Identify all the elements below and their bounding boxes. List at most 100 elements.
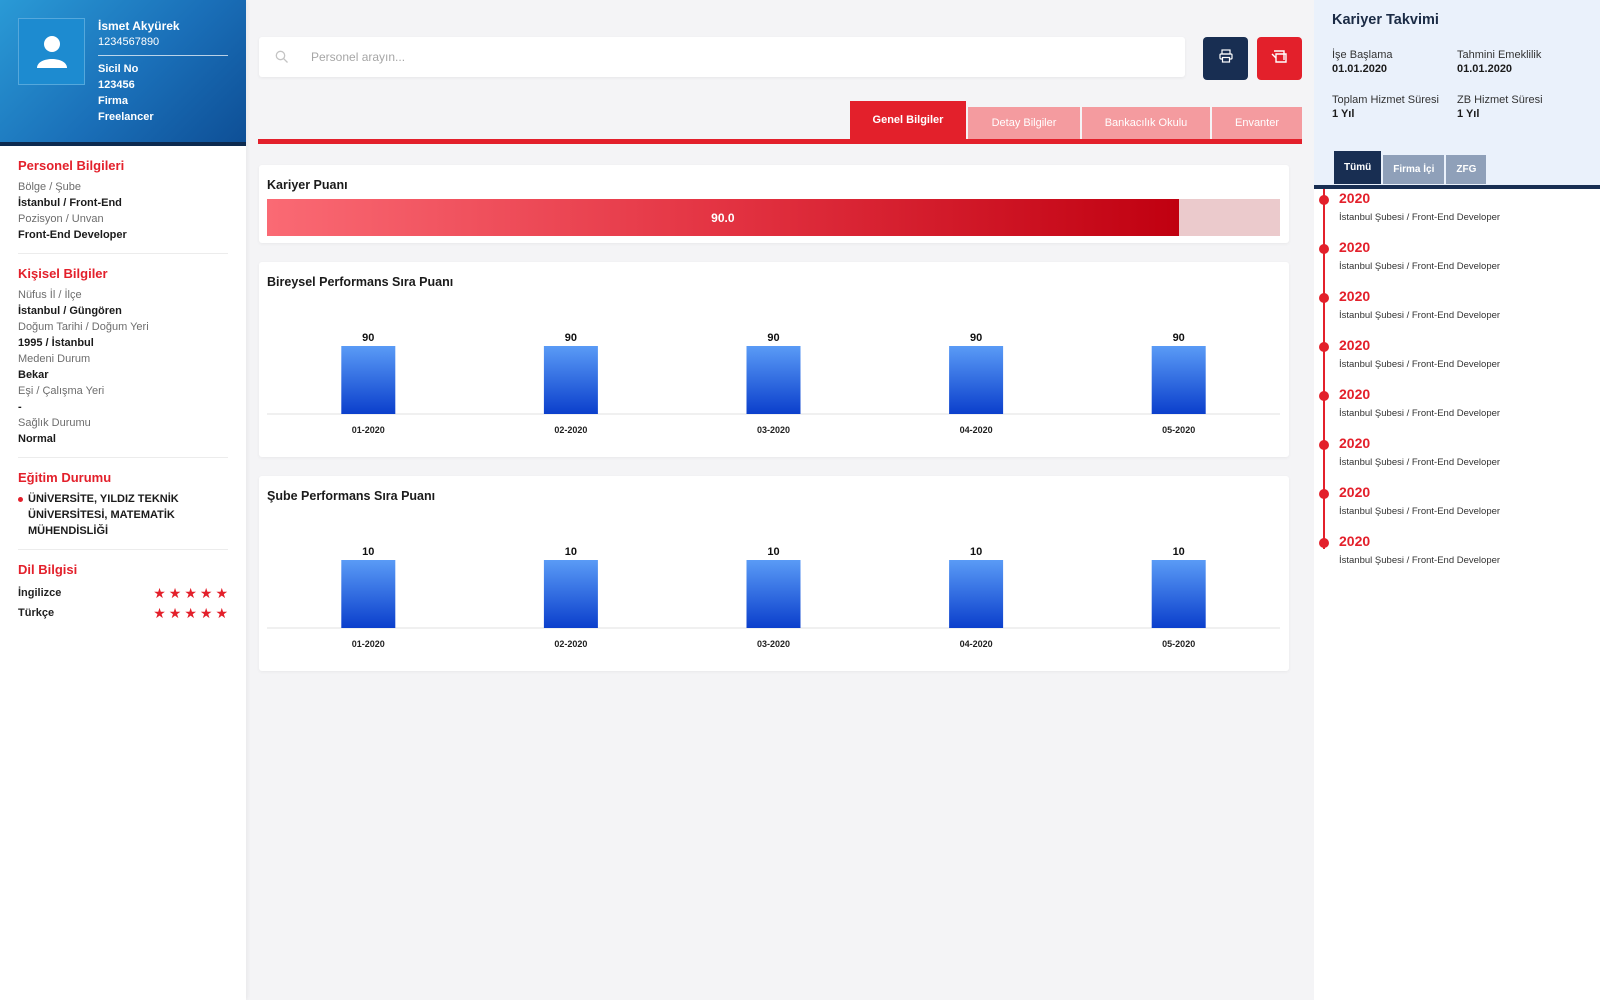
info-value: İstanbul / Front-End [18, 197, 122, 209]
tab-genel-bilgiler[interactable]: Genel Bilgiler [850, 101, 966, 139]
field-value: 1 Yıl [1457, 108, 1480, 120]
timeline-year: 2020 [1339, 288, 1371, 304]
timeline-year: 2020 [1339, 484, 1371, 500]
bar-value-label: 90 [565, 332, 577, 344]
star-icon: ★ [168, 605, 182, 621]
field-label: İşe Başlama [1332, 49, 1393, 61]
timeline-desc: İstanbul Şubesi / Front-End Developer [1339, 555, 1501, 566]
timeline-item: 2020 İstanbul Şubesi / Front-End Develop… [1314, 532, 1600, 581]
field-tahmini-emeklilik: Tahmini Emeklilik 01.01.2020 [1457, 48, 1541, 76]
timeline-year: 2020 [1339, 435, 1371, 451]
chart-bar [746, 560, 801, 628]
tab-detay-bilgiler[interactable]: Detay Bilgiler [968, 107, 1080, 139]
star-icon: ★ [199, 585, 213, 601]
search-bar[interactable] [259, 37, 1185, 77]
chart-title: Bireysel Performans Sıra Puanı [267, 275, 454, 289]
section-divider [18, 549, 228, 550]
timeline-item: 2020 İstanbul Şubesi / Front-End Develop… [1314, 385, 1600, 434]
info-label: Medeni Durum [18, 353, 91, 365]
x-tick-label: 02-2020 [554, 639, 587, 649]
profile-header: İsmet Akyürek 1234567890 Sicil No 123456… [0, 0, 246, 146]
language-name: İngilizce [18, 587, 62, 599]
timeline-item: 2020 İstanbul Şubesi / Front-End Develop… [1314, 287, 1600, 336]
chart-bar [543, 560, 598, 628]
print-button[interactable] [1203, 37, 1248, 80]
x-tick-label: 02-2020 [554, 425, 587, 435]
bireysel-performans-card: Bireysel Performans Sıra Puanı 90 01-2020… [259, 262, 1289, 457]
search-icon [275, 50, 297, 64]
star-icon: ★ [153, 605, 166, 621]
info-label: Bölge / Şube [18, 181, 81, 193]
timeline-dot-icon [1319, 440, 1329, 450]
bar-value-label: 90 [970, 332, 982, 344]
info-value: - [18, 401, 22, 413]
kariyer-takvimi-header: Kariyer Takvimi İşe Başlama 01.01.2020 T… [1314, 0, 1600, 188]
profile-divider [98, 55, 228, 56]
bar-value-label: 10 [1173, 546, 1185, 558]
x-tick-label: 04-2020 [960, 639, 993, 649]
search-input[interactable] [311, 50, 1111, 64]
language-row: Türkçe ★ ★ ★ ★ ★ [18, 603, 228, 623]
info-label: Sağlık Durumu [18, 417, 91, 429]
x-tick-label: 03-2020 [757, 639, 790, 649]
chart-bar [746, 346, 801, 414]
tab-envanter[interactable]: Envanter [1212, 107, 1302, 139]
bar-value-label: 10 [362, 546, 374, 558]
language-rating: ★ ★ ★ ★ ★ [153, 586, 228, 600]
timeline-item: 2020 İstanbul Şubesi / Front-End Develop… [1314, 189, 1600, 238]
kariyer-puani-value: 90.0 [711, 210, 735, 225]
timeline-item: 2020 İstanbul Şubesi / Front-End Develop… [1314, 434, 1600, 483]
sube-performans-chart: 10 01-2020 10 02-2020 10 03-2020 10 04-2020 10 05… [267, 516, 1280, 666]
info-value: İstanbul / Güngören [18, 305, 122, 317]
kisisel-title: Kişisel Bilgiler [18, 266, 108, 281]
sicil-value: 123456 [98, 79, 135, 91]
star-icon: ★ [153, 585, 166, 601]
bar-value-label: 90 [362, 332, 374, 344]
personel-title: Personel Bilgileri [18, 158, 125, 173]
timeline-dot-icon [1319, 244, 1329, 254]
tab-firma-ici[interactable]: Firma İçi [1383, 155, 1445, 184]
bar-value-label: 10 [767, 546, 779, 558]
chart-bar [341, 346, 396, 414]
egitim-title: Eğitim Durumu [18, 470, 112, 485]
field-zb-hizmet: ZB Hizmet Süresi 1 Yıl [1457, 93, 1543, 121]
profile-phone: 1234567890 [98, 36, 160, 48]
star-icon: ★ [168, 585, 182, 601]
firma-label: Firma [98, 95, 128, 107]
field-label: Tahmini Emeklilik [1457, 49, 1542, 61]
chart-bar [341, 560, 396, 628]
field-label: Toplam Hizmet Süresi [1332, 94, 1439, 106]
timeline-item: 2020 İstanbul Şubesi / Front-End Develop… [1314, 483, 1600, 532]
timeline-year: 2020 [1339, 239, 1371, 255]
tab-zfg[interactable]: ZFG [1446, 155, 1487, 184]
kariyer-puani-title: Kariyer Puanı [267, 178, 348, 192]
chart-bar [949, 560, 1004, 628]
bar-value-label: 90 [1173, 332, 1185, 344]
tab-tumu[interactable]: Tümü [1334, 151, 1382, 184]
tab-bankacilik-okulu[interactable]: Bankacılık Okulu [1082, 107, 1210, 139]
timeline-desc: İstanbul Şubesi / Front-End Developer [1339, 310, 1501, 321]
timeline-tabs: Tümü Firma İçi ZFG [1334, 151, 1487, 184]
timeline-desc: İstanbul Şubesi / Front-End Developer [1339, 457, 1501, 468]
info-value: Front-End Developer [18, 229, 127, 241]
star-icon: ★ [215, 605, 228, 621]
x-tick-label: 05-2020 [1162, 639, 1195, 649]
export-button[interactable] [1257, 37, 1302, 80]
timeline-desc: İstanbul Şubesi / Front-End Developer [1339, 506, 1501, 517]
field-label: ZB Hizmet Süresi [1457, 94, 1543, 106]
timeline-year: 2020 [1339, 337, 1371, 353]
sicil-label: Sicil No [98, 63, 139, 75]
timeline-desc: İstanbul Şubesi / Front-End Developer [1339, 212, 1501, 223]
profile-name: İsmet Akyürek [98, 19, 180, 33]
timeline-item: 2020 İstanbul Şubesi / Front-End Develop… [1314, 336, 1600, 385]
chart-bar [949, 346, 1004, 414]
star-icon: ★ [184, 605, 197, 621]
chart-bar [543, 346, 598, 414]
timeline-dot-icon [1319, 195, 1329, 205]
main-tabs: Genel Bilgiler Detay Bilgiler Bankacılık… [258, 101, 1302, 144]
language-name: Türkçe [18, 607, 55, 619]
egitim-section: Eğitim Durumu ÜNİVERSİTE, YILDIZ TEKNİK … [0, 470, 246, 539]
x-tick-label: 01-2020 [352, 425, 385, 435]
timeline-dot-icon [1319, 342, 1329, 352]
timeline-desc: İstanbul Şubesi / Front-End Developer [1339, 359, 1501, 370]
